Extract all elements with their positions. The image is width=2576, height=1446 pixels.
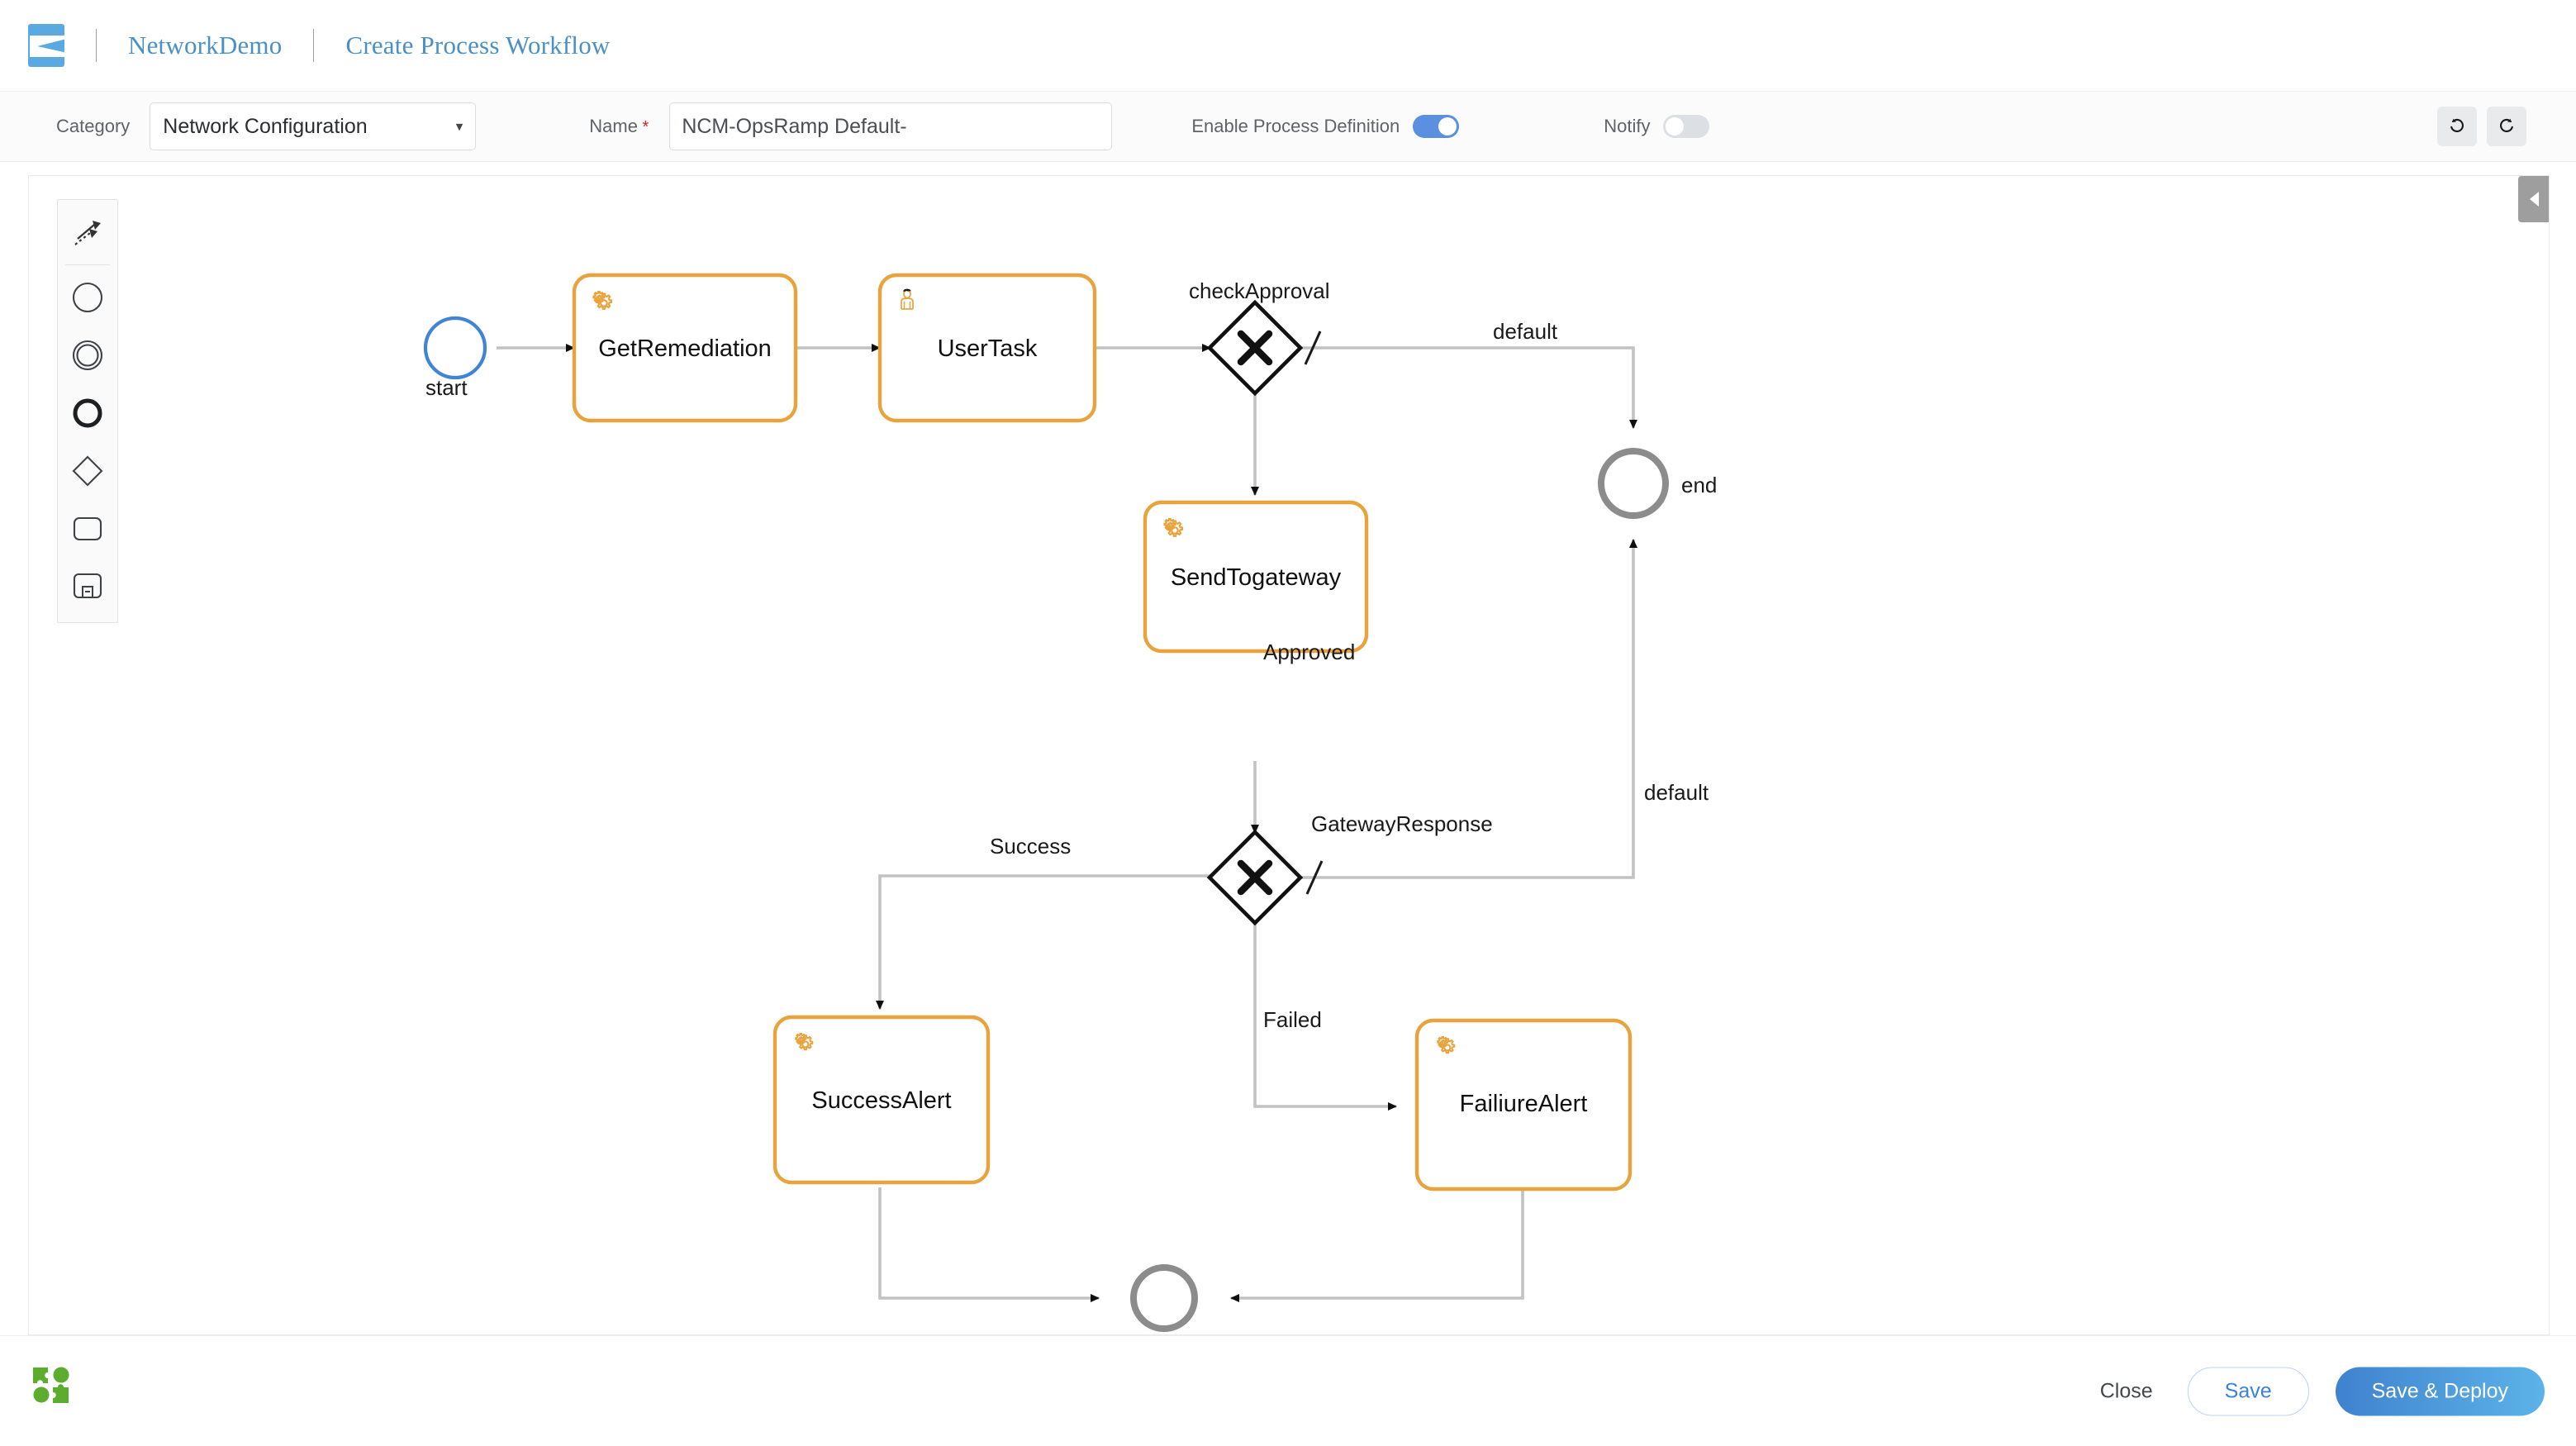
flow-gatewayresponse-successalert[interactable] (876, 874, 1212, 1010)
node-start-event[interactable] (423, 316, 487, 380)
bpmn-diagram (423, 273, 1669, 1332)
node-label-usertask: UserTask (937, 335, 1038, 362)
brand-logo-icon (28, 24, 64, 67)
enable-process-definition-toggle[interactable] (1413, 115, 1460, 138)
flow-label-success: Success (990, 834, 1072, 859)
node-label-start: start (425, 375, 468, 400)
notify-label: Notify (1604, 116, 1651, 136)
undo-icon (2450, 118, 2464, 132)
enable-process-definition-group: Enable Process Definition (1191, 115, 1460, 138)
toggle-knob (1438, 117, 1457, 136)
flow-successalert-end2[interactable] (878, 1187, 1100, 1302)
node-label-successalert: SuccessAlert (811, 1087, 952, 1114)
workflow-designer-app: NetworkDemo Create Process Workflow Cate… (0, 0, 2576, 1446)
flow-label-failed: Failed (1263, 1007, 1322, 1032)
header-divider-1 (96, 29, 97, 62)
node-label-sendtogateway: SendTogateway (1170, 564, 1342, 591)
bpmn-canvas[interactable]: start GetRemediation UserTask checkAppro… (28, 175, 2550, 1335)
bpmn-puzzle-logo-icon (33, 1367, 69, 1403)
toggle-knob (1666, 117, 1685, 136)
node-end-event-2[interactable] (1130, 1264, 1198, 1332)
flow-label-gatewayresponse-default: default (1644, 780, 1709, 805)
node-label-checkapproval: checkApproval (1189, 278, 1330, 303)
node-label-end: end (1681, 473, 1718, 497)
app-header: NetworkDemo Create Process Workflow (0, 0, 2576, 91)
save-and-deploy-button[interactable]: Save & Deploy (2335, 1367, 2545, 1415)
redo-icon (2500, 118, 2513, 132)
category-select-wrap: Network Configuration ▾ (150, 102, 477, 150)
breadcrumb-project-link[interactable]: NetworkDemo (128, 31, 282, 60)
header-divider-2 (313, 29, 315, 62)
notify-toggle[interactable] (1663, 115, 1710, 138)
name-label: Name (589, 116, 649, 137)
node-end-event[interactable] (1598, 448, 1669, 519)
flow-failiurealert-end2[interactable] (1230, 1189, 1524, 1302)
flow-label-approved: Approved (1263, 640, 1356, 664)
enable-process-definition-label: Enable Process Definition (1191, 116, 1400, 136)
category-select[interactable]: Network Configuration (150, 102, 477, 150)
undo-button[interactable] (2437, 107, 2477, 146)
node-label-gatewayresponse: GatewayResponse (1311, 811, 1493, 836)
breadcrumb-page-link[interactable]: Create Process Workflow (345, 31, 610, 60)
app-footer: Close Save Save & Deploy (0, 1335, 2576, 1446)
flow-checkapproval-end-default[interactable] (1297, 346, 1637, 429)
history-buttons (2437, 107, 2526, 146)
redo-button[interactable] (2487, 107, 2526, 146)
notify-group: Notify (1604, 115, 1710, 138)
flow-label-checkapproval-default: default (1493, 319, 1558, 344)
node-label-failiurealert: FailiureAlert (1459, 1091, 1588, 1117)
node-label-getremediation: GetRemediation (598, 335, 772, 362)
category-label: Category (56, 116, 131, 136)
name-input[interactable] (669, 102, 1113, 150)
footer-actions: Close Save Save & Deploy (2092, 1367, 2545, 1415)
close-button[interactable]: Close (2092, 1374, 2161, 1408)
save-button[interactable]: Save (2187, 1367, 2309, 1415)
form-toolbar: Category Network Configuration ▾ Name En… (0, 91, 2576, 162)
